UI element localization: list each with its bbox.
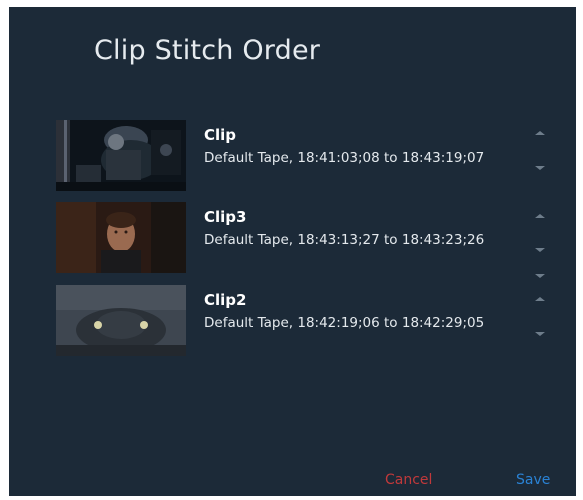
clip-row[interactable]: Clip3 Default Tape, 18:43:13;27 to 18:43… <box>56 202 556 278</box>
clip-row[interactable]: Clip2 Default Tape, 18:42:19;06 to 18:42… <box>56 285 556 357</box>
move-up-icon[interactable] <box>535 214 545 218</box>
clip-name: Clip3 <box>204 208 247 226</box>
move-up-icon[interactable] <box>535 131 545 135</box>
clip-thumbnail <box>56 285 186 356</box>
move-down-icon[interactable] <box>535 274 545 278</box>
cancel-button[interactable]: Cancel <box>385 472 432 488</box>
clip-name: Clip <box>204 126 237 144</box>
clip-description: Default Tape, 18:41:03;08 to 18:43:19;07 <box>204 150 485 166</box>
clip-description: Default Tape, 18:42:19;06 to 18:42:29;05 <box>204 315 485 331</box>
clip-stitch-order-dialog: Clip Stitch Order Clip Default Tape, 18:… <box>9 7 576 496</box>
clip-thumbnail <box>56 120 186 191</box>
move-down-icon[interactable] <box>535 248 545 252</box>
clip-description: Default Tape, 18:43:13;27 to 18:43:23;26 <box>204 232 485 248</box>
clip-row[interactable]: Clip Default Tape, 18:41:03;08 to 18:43:… <box>56 120 556 192</box>
move-up-icon[interactable] <box>535 297 545 301</box>
dialog-title: Clip Stitch Order <box>94 35 321 66</box>
move-down-icon[interactable] <box>535 332 545 336</box>
move-down-icon[interactable] <box>535 166 545 170</box>
clip-thumbnail <box>56 202 186 273</box>
clip-name: Clip2 <box>204 291 247 309</box>
save-button[interactable]: Save <box>516 472 550 488</box>
